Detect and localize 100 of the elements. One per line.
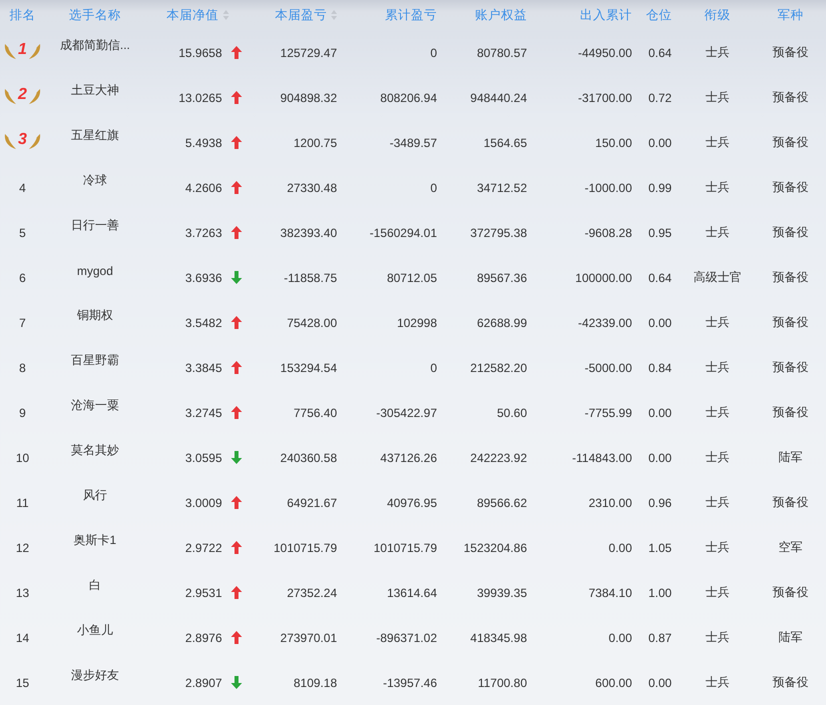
player-name[interactable]: 风行 — [45, 487, 145, 504]
player-name[interactable]: 沧海一粟 — [45, 397, 145, 414]
player-name[interactable]: 日行一善 — [45, 217, 145, 234]
rank-cell-text: 6 — [18, 270, 27, 284]
player-name[interactable]: 五星红旗 — [45, 127, 145, 144]
cumulative-cell-text: 0 — [429, 360, 438, 374]
net-value-cell: 13.0265 — [178, 90, 222, 104]
net-value-cell: 3.0595 — [185, 450, 222, 464]
in-out-cell-text: 0.00 — [608, 630, 633, 644]
position-cell-text: 0.95 — [647, 226, 673, 240]
grade-cell-text: 士兵 — [704, 539, 730, 556]
rank-cell-text: 14 — [14, 630, 30, 644]
cumulative-cell-text: 40976.95 — [386, 496, 438, 510]
player-name[interactable]: 土豆大神 — [45, 82, 145, 99]
sort-icon[interactable] — [222, 9, 228, 21]
equity-cell-text: 50.60 — [496, 406, 528, 420]
player-name[interactable]: 莫名其妙 — [45, 442, 145, 459]
cumulative-cell-text: 80712.05 — [386, 270, 438, 284]
rank-cell-text: 13 — [14, 586, 30, 600]
net-value-cell: 3.0009 — [185, 496, 222, 510]
profit-cell-text: 1200.75 — [292, 136, 338, 150]
sort-icon[interactable] — [331, 9, 337, 21]
net-value-cell: 5.4938 — [185, 136, 222, 150]
in-out-cell-text: -31700.00 — [576, 90, 633, 104]
branch-cell-text: 预备役 — [772, 674, 810, 691]
rank-number: 1 — [18, 40, 27, 58]
cumulative-cell-text: -13957.46 — [382, 676, 438, 690]
cumulative-cell-text: 808206.94 — [379, 90, 438, 104]
cumulative-cell-text: -896371.02 — [375, 630, 438, 644]
column-header: 衔级 — [704, 6, 732, 24]
position-cell-text: 0.72 — [647, 90, 673, 104]
in-out-cell-text: 0.00 — [608, 540, 633, 554]
net-value-cell: 3.7263 — [185, 226, 222, 240]
equity-cell-text: 1564.65 — [482, 136, 528, 150]
position-cell-text: 1.00 — [647, 586, 673, 600]
grade-cell-text: 士兵 — [704, 584, 730, 601]
equity-cell-text: 372795.38 — [469, 226, 528, 240]
profit-cell-text: 75428.00 — [286, 316, 338, 330]
equity-cell-text: 242223.92 — [469, 450, 528, 464]
column-header: 出入累计 — [579, 6, 633, 24]
cumulative-cell-text: 0 — [429, 180, 438, 194]
in-out-cell-text: 150.00 — [594, 136, 633, 150]
grade-cell-text: 士兵 — [704, 494, 730, 511]
player-name[interactable]: 白 — [45, 577, 145, 594]
equity-cell-text: 34712.52 — [476, 180, 528, 194]
grade-cell-text: 高级士官 — [692, 269, 742, 286]
net-value-cell: 3.2745 — [185, 406, 222, 420]
player-name[interactable]: mygod — [45, 264, 145, 278]
branch-cell-text: 预备役 — [772, 89, 810, 106]
grade-cell-text: 士兵 — [704, 224, 730, 241]
position-cell-text: 0.64 — [647, 270, 673, 284]
branch-cell-text: 预备役 — [772, 224, 810, 241]
profit-cell-text: -11858.75 — [282, 270, 338, 284]
player-name[interactable]: 成都简勤信... — [45, 37, 145, 54]
grade-cell-text: 士兵 — [704, 314, 730, 331]
profit-cell-text: 27330.48 — [286, 180, 338, 194]
profit-cell-text: 8109.18 — [292, 676, 338, 690]
equity-cell-text: 89566.62 — [476, 496, 528, 510]
player-name[interactable]: 奥斯卡1 — [45, 532, 145, 549]
net-value-cell: 3.3845 — [185, 360, 222, 374]
in-out-cell-text: 100000.00 — [574, 270, 633, 284]
grade-cell-text: 士兵 — [704, 89, 730, 106]
cumulative-cell-text: 1010715.79 — [372, 540, 438, 554]
cumulative-cell-text: 13614.64 — [386, 586, 438, 600]
player-name[interactable]: 铜期权 — [45, 307, 145, 324]
net-value-cell: 2.8907 — [185, 676, 222, 690]
net-value-cell: 4.2606 — [185, 180, 222, 194]
column-header: 账户权益 — [474, 6, 528, 24]
rank-number: 3 — [18, 130, 27, 148]
branch-cell-text: 预备役 — [772, 269, 810, 286]
grade-cell-text: 士兵 — [704, 449, 730, 466]
equity-cell-text: 948440.24 — [469, 90, 528, 104]
player-name[interactable]: 漫步好友 — [45, 667, 145, 684]
player-name[interactable]: 冷球 — [45, 172, 145, 189]
in-out-cell-text: -42339.00 — [576, 316, 633, 330]
profit-cell-text: 7756.40 — [292, 406, 338, 420]
net-value-cell: 3.5482 — [185, 316, 222, 330]
profit-cell-text: 382393.40 — [279, 226, 338, 240]
cumulative-cell-text: 102998 — [396, 316, 438, 330]
grade-cell-text: 士兵 — [704, 629, 730, 646]
player-name[interactable]: 小鱼儿 — [45, 622, 145, 639]
position-cell-text: 0.00 — [647, 136, 673, 150]
rank-cell-text: 9 — [18, 406, 27, 420]
branch-cell-text: 陆军 — [778, 629, 804, 646]
profit-cell-text: 1010715.79 — [272, 540, 338, 554]
net-value-cell: 2.9531 — [185, 586, 222, 600]
rank-cell-text: 10 — [14, 450, 30, 464]
in-out-cell-text: 7384.10 — [588, 586, 633, 600]
grade-cell-text: 士兵 — [704, 359, 730, 376]
grade-cell-text: 士兵 — [704, 179, 730, 196]
player-name[interactable]: 百星野霸 — [45, 352, 145, 369]
net-value-cell: 15.9658 — [178, 46, 222, 60]
rank-cell-text: 8 — [18, 360, 27, 374]
branch-cell-text: 预备役 — [772, 359, 810, 376]
rank-cell-text: 11 — [15, 496, 30, 510]
position-cell-text: 0.84 — [647, 360, 673, 374]
net-value-cell: 2.8976 — [185, 630, 222, 644]
column-header: 军种 — [776, 6, 804, 24]
profit-cell-text: 64921.67 — [286, 496, 338, 510]
branch-cell-text: 预备役 — [772, 584, 810, 601]
